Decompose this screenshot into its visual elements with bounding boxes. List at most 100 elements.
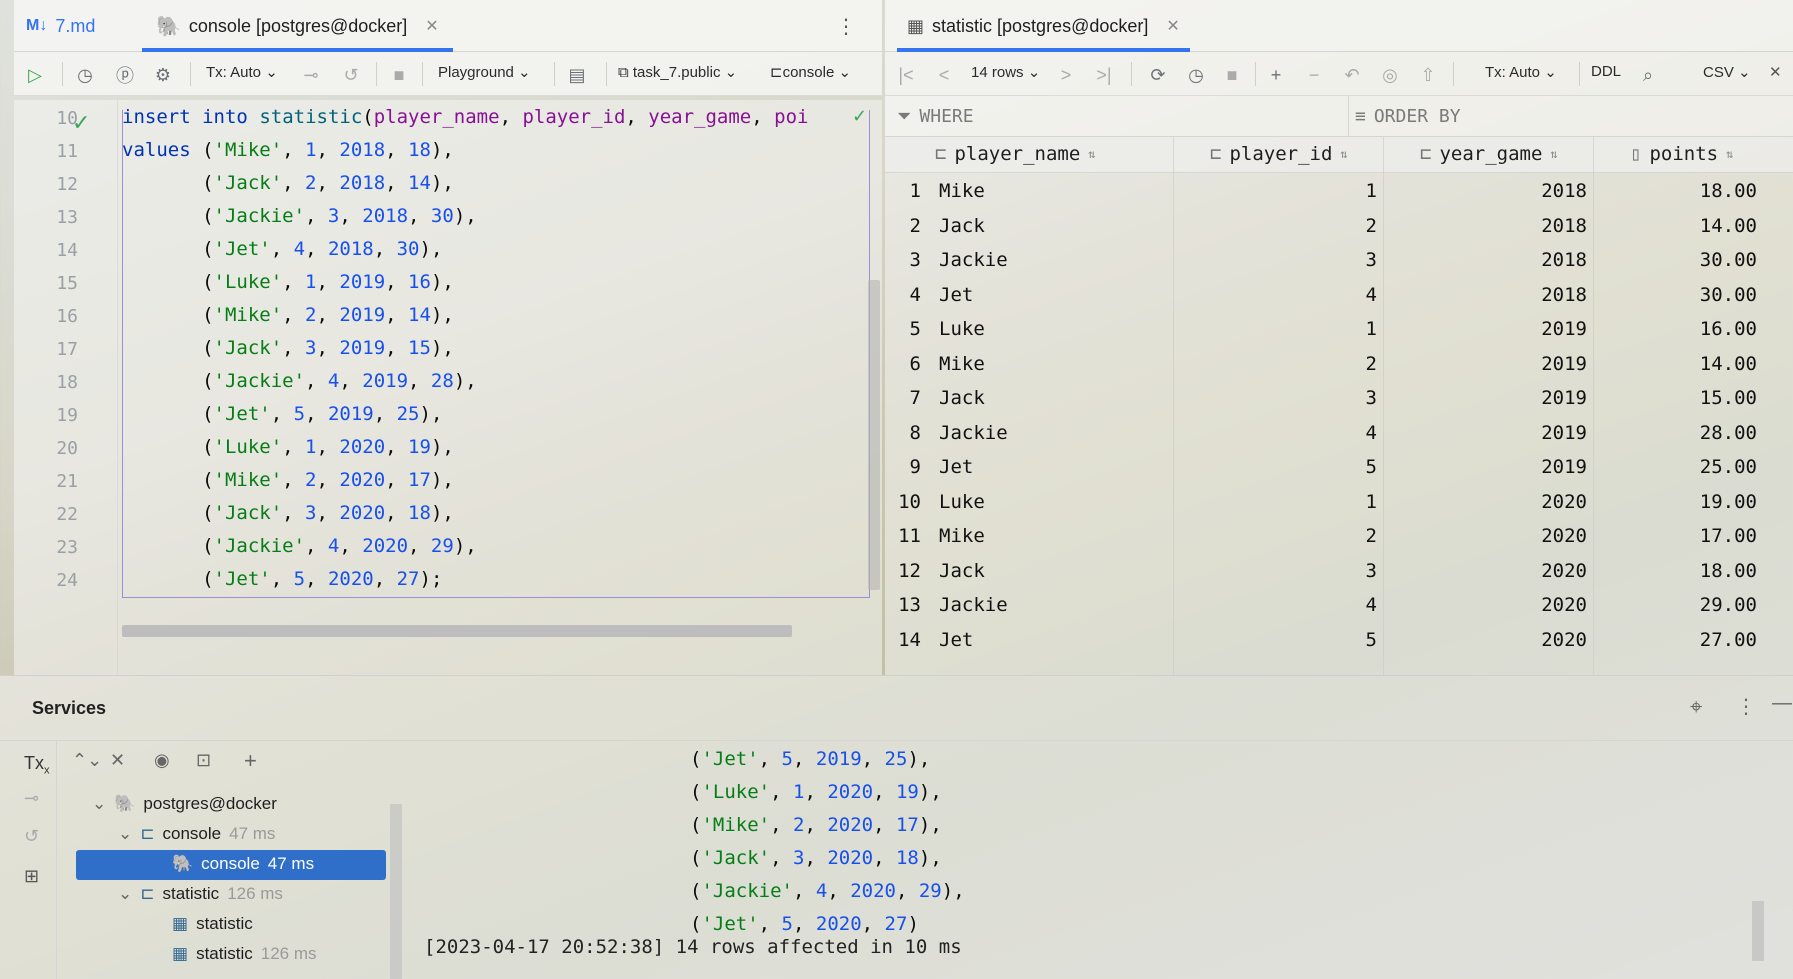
commit-icon[interactable]: ⊸ bbox=[300, 64, 322, 86]
cell-year-game[interactable]: 2020 bbox=[1390, 560, 1587, 582]
cell-player-id[interactable]: 1 bbox=[1180, 180, 1377, 202]
cell-points[interactable]: 28.00 bbox=[1600, 422, 1757, 444]
cell-points[interactable]: 27.00 bbox=[1600, 629, 1757, 651]
tree-item-statistic[interactable]: ⌄ ⊏ statistic 126 ms bbox=[118, 884, 283, 904]
cell-points[interactable]: 18.00 bbox=[1600, 180, 1757, 202]
close-icon[interactable]: ✕ bbox=[110, 750, 125, 771]
layout-icon[interactable]: ⊞ bbox=[24, 866, 39, 887]
cell-year-game[interactable]: 2018 bbox=[1390, 215, 1587, 237]
eye-icon[interactable]: ◉ bbox=[154, 750, 170, 771]
cell-points[interactable]: 29.00 bbox=[1600, 594, 1757, 616]
new-group-icon[interactable]: ⊡ bbox=[196, 750, 211, 771]
last-page-icon[interactable]: >| bbox=[1093, 64, 1115, 86]
sort-icon[interactable]: ⇅ bbox=[1550, 147, 1557, 161]
cell-points[interactable]: 17.00 bbox=[1600, 525, 1757, 547]
add-icon[interactable]: + bbox=[244, 748, 257, 774]
submit-icon[interactable]: ⇧ bbox=[1417, 64, 1439, 86]
tab-statistic[interactable]: ▦ statistic [postgres@docker] ✕ bbox=[897, 0, 1190, 52]
cell-year-game[interactable]: 2019 bbox=[1390, 318, 1587, 340]
cell-player-id[interactable]: 4 bbox=[1180, 284, 1377, 306]
stop-icon[interactable]: ■ bbox=[388, 64, 410, 86]
cell-year-game[interactable]: 2020 bbox=[1390, 629, 1587, 651]
minimize-icon[interactable]: — bbox=[1772, 692, 1792, 715]
cell-year-game[interactable]: 2019 bbox=[1390, 456, 1587, 478]
close-icon[interactable]: ✕ bbox=[425, 16, 438, 36]
tree-item-statistic[interactable]: ▦ statistic bbox=[172, 914, 253, 934]
cell-player-id[interactable]: 4 bbox=[1180, 594, 1377, 616]
cell-player-name[interactable]: Jackie bbox=[939, 249, 1169, 271]
cell-player-id[interactable]: 1 bbox=[1180, 491, 1377, 513]
cell-player-id[interactable]: 1 bbox=[1180, 318, 1377, 340]
sort-icon[interactable]: ⇅ bbox=[1088, 147, 1095, 161]
tx-mode-dropdown[interactable]: Tx: Auto ⌄ bbox=[206, 63, 278, 81]
history-icon[interactable]: ◷ bbox=[1185, 64, 1207, 86]
cell-player-name[interactable]: Jackie bbox=[939, 422, 1169, 444]
cell-player-name[interactable]: Luke bbox=[939, 318, 1169, 340]
explain-plan-icon[interactable]: ⓟ bbox=[114, 64, 136, 86]
rollback-icon[interactable]: ↺ bbox=[340, 64, 362, 86]
run-icon[interactable]: ▷ bbox=[24, 64, 46, 86]
search-icon[interactable]: ⌕ bbox=[1637, 64, 1659, 86]
sort-icon[interactable]: ⇅ bbox=[1340, 147, 1347, 161]
cell-year-game[interactable]: 2019 bbox=[1390, 353, 1587, 375]
history-icon[interactable]: ◷ bbox=[74, 64, 96, 86]
column-header-points[interactable]: ▯ points ⇅ bbox=[1630, 143, 1733, 165]
results-layout-icon[interactable]: ▤ bbox=[566, 64, 588, 86]
previous-page-icon[interactable]: < bbox=[933, 64, 955, 86]
cell-points[interactable]: 14.00 bbox=[1600, 353, 1757, 375]
cell-player-id[interactable]: 3 bbox=[1180, 387, 1377, 409]
column-header-year-game[interactable]: ⊏ year_game ⇅ bbox=[1420, 143, 1558, 165]
delete-row-icon[interactable]: − bbox=[1303, 64, 1325, 86]
cell-year-game[interactable]: 2019 bbox=[1390, 422, 1587, 444]
horizontal-scrollbar[interactable] bbox=[122, 625, 792, 637]
cell-year-game[interactable]: 2020 bbox=[1390, 525, 1587, 547]
cell-player-name[interactable]: Luke bbox=[939, 491, 1169, 513]
playground-dropdown[interactable]: Playground ⌄ bbox=[438, 63, 531, 81]
preview-changes-icon[interactable]: ◎ bbox=[1379, 64, 1401, 86]
tab-console[interactable]: 🐘 console [postgres@docker] ✕ bbox=[142, 0, 453, 52]
sql-editor[interactable]: ✓ ✓ 10 insert into statistic(player_name,… bbox=[14, 100, 882, 675]
cell-player-name[interactable]: Jet bbox=[939, 629, 1169, 651]
tab-7-md[interactable]: M↓ 7.md bbox=[26, 0, 95, 52]
cell-player-id[interactable]: 2 bbox=[1180, 215, 1377, 237]
sort-icon[interactable]: ⇅ bbox=[1726, 147, 1733, 161]
revert-icon[interactable]: ↶ bbox=[1341, 64, 1363, 86]
tx-icon[interactable]: Txx bbox=[24, 753, 50, 777]
output-scrollbar[interactable] bbox=[1752, 901, 1764, 961]
rollback-icon[interactable]: ↺ bbox=[24, 826, 39, 847]
tree-scrollbar[interactable] bbox=[390, 804, 402, 979]
cell-player-name[interactable]: Jet bbox=[939, 284, 1169, 306]
cell-player-id[interactable]: 5 bbox=[1180, 629, 1377, 651]
cell-player-name[interactable]: Jet bbox=[939, 456, 1169, 478]
cell-year-game[interactable]: 2018 bbox=[1390, 180, 1587, 202]
cell-player-id[interactable]: 5 bbox=[1180, 456, 1377, 478]
cell-player-name[interactable]: Mike bbox=[939, 180, 1169, 202]
settings-icon[interactable]: ⚙ bbox=[152, 64, 174, 86]
chevron-down-icon[interactable]: ⌄ bbox=[118, 884, 132, 904]
cell-year-game[interactable]: 2020 bbox=[1390, 594, 1587, 616]
cell-points[interactable]: 19.00 bbox=[1600, 491, 1757, 513]
schema-dropdown[interactable]: ⧉ task_7.public ⌄ bbox=[618, 63, 737, 81]
cell-points[interactable]: 30.00 bbox=[1600, 249, 1757, 271]
tree-item-postgres-docker[interactable]: ⌄ 🐘 postgres@docker bbox=[92, 794, 277, 814]
cell-player-id[interactable]: 2 bbox=[1180, 525, 1377, 547]
column-header-player-name[interactable]: ⊏ player_name ⇅ bbox=[935, 143, 1096, 165]
stop-icon[interactable]: ■ bbox=[1221, 64, 1243, 86]
session-dropdown[interactable]: ⊏console ⌄ bbox=[770, 63, 851, 81]
cell-points[interactable]: 14.00 bbox=[1600, 215, 1757, 237]
tree-item-console[interactable]: 🐘 console 47 ms bbox=[172, 854, 314, 874]
close-icon[interactable]: ✕ bbox=[1769, 63, 1782, 81]
tree-item-statistic[interactable]: ▦ statistic 126 ms bbox=[172, 944, 317, 964]
tx-mode-dropdown[interactable]: Tx: Auto ⌄ bbox=[1485, 63, 1557, 81]
commit-icon[interactable]: ⊸ bbox=[24, 788, 39, 809]
cell-year-game[interactable]: 2019 bbox=[1390, 387, 1587, 409]
tree-item-console[interactable]: ⌄ ⊏ console 47 ms bbox=[118, 824, 275, 844]
cell-points[interactable]: 18.00 bbox=[1600, 560, 1757, 582]
order-by-filter[interactable]: ≡ ORDER BY bbox=[1355, 106, 1461, 127]
vertical-scrollbar[interactable] bbox=[868, 280, 880, 590]
crosshair-icon[interactable]: ⌖ bbox=[1690, 694, 1702, 720]
cell-player-id[interactable]: 3 bbox=[1180, 249, 1377, 271]
next-page-icon[interactable]: > bbox=[1055, 64, 1077, 86]
cell-points[interactable]: 30.00 bbox=[1600, 284, 1757, 306]
column-header-player-id[interactable]: ⊏ player_id ⇅ bbox=[1210, 143, 1348, 165]
